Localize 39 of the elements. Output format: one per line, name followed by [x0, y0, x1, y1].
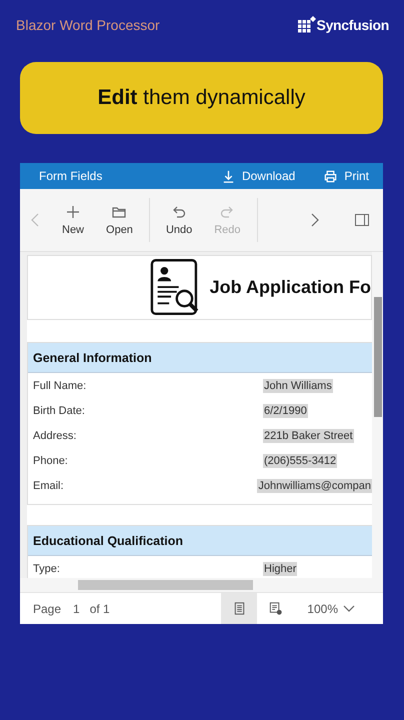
vertical-scrollbar[interactable]	[372, 252, 383, 578]
page-count: of 1	[90, 602, 110, 616]
form-field[interactable]: Johnwilliams@compan	[257, 478, 372, 492]
zoom-dropdown[interactable]: 100%	[307, 602, 355, 616]
toolbar-button[interactable]: Open	[106, 204, 133, 236]
form-field[interactable]: (206)555-3412	[263, 454, 338, 468]
horizontal-scrollbar[interactable]	[20, 578, 383, 592]
document-heading: Job Application Fo	[210, 277, 371, 298]
field-label: Address:	[33, 430, 78, 442]
app-title: Blazor Word Processor	[16, 17, 160, 33]
field-label: Full Name:	[33, 380, 88, 392]
app-mode-title: Form Fields	[39, 169, 104, 183]
form-field[interactable]: John Williams	[263, 378, 333, 392]
side-panel-icon[interactable]	[355, 214, 369, 226]
printer-icon	[323, 168, 338, 184]
layout-button[interactable]	[221, 593, 258, 624]
section-header: General Information	[28, 343, 372, 373]
page-gear-icon	[268, 601, 283, 616]
field-label: Phone:	[33, 454, 69, 466]
form-field[interactable]: 6/2/1990	[263, 404, 308, 418]
grid-logo-icon	[298, 16, 316, 34]
download-button[interactable]: Download	[220, 168, 296, 184]
field-label: Email:	[33, 480, 65, 492]
plus-icon	[65, 204, 81, 220]
caption-text: Edit them dynamically	[98, 86, 306, 110]
toolbar-button[interactable]: Undo	[166, 204, 192, 236]
page-label: Page	[33, 602, 62, 616]
section-header: Educational Qualification	[28, 526, 372, 556]
form-field[interactable]: 221b Baker Street	[263, 428, 354, 442]
brand-name: Syncfusion	[316, 17, 389, 33]
chevron-right-icon[interactable]	[310, 212, 320, 228]
form-field[interactable]: Higher	[263, 562, 298, 576]
field-label: Birth Date:	[33, 404, 86, 416]
toolbar-button[interactable]: New	[62, 204, 84, 236]
undo-icon	[171, 204, 188, 220]
field-label: Type:	[33, 562, 61, 574]
redo-icon	[219, 204, 236, 220]
print-button[interactable]: Print	[323, 168, 369, 184]
caret-icon	[343, 604, 355, 612]
